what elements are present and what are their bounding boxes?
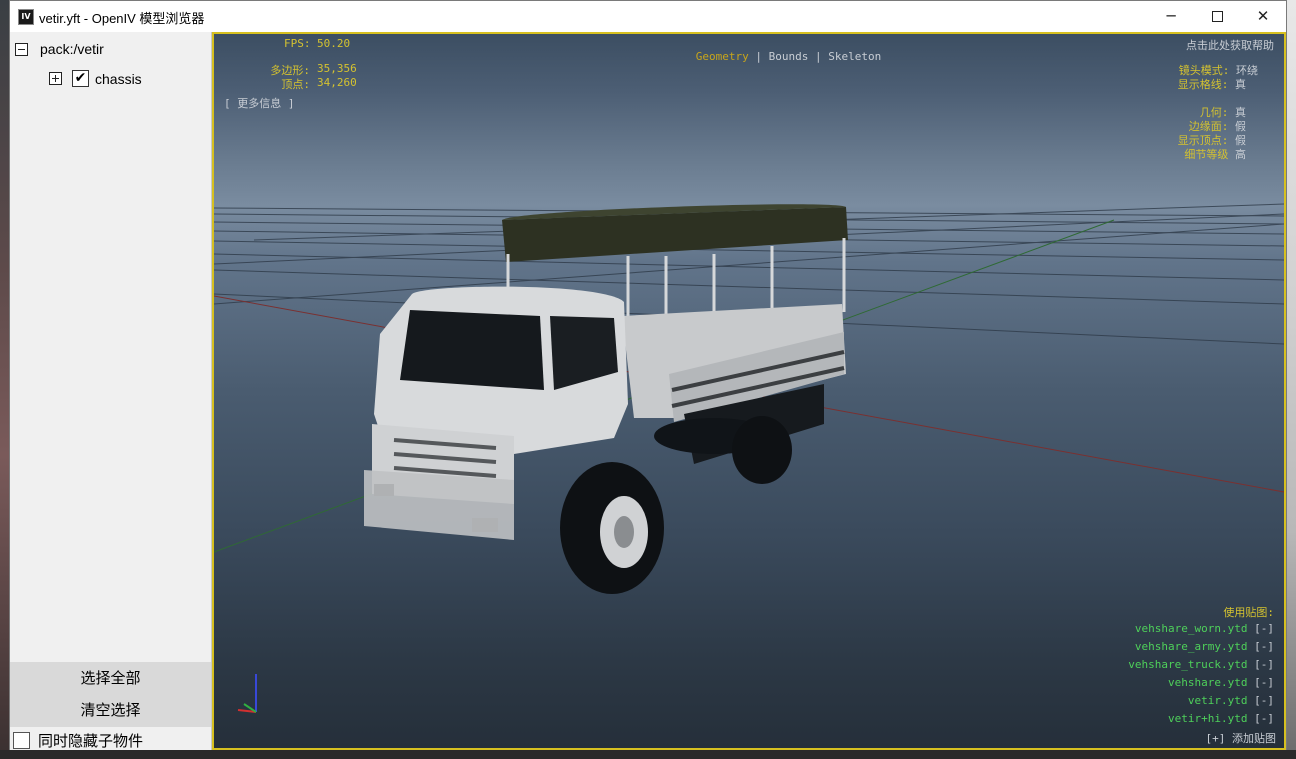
chassis-visibility-checkbox[interactable]: ✔ bbox=[72, 70, 89, 87]
vertices-value: 34,260 bbox=[317, 76, 357, 89]
texture-name: vehshare_truck.ytd bbox=[1128, 658, 1248, 671]
tree-node-chassis[interactable]: ✔ chassis bbox=[49, 70, 142, 87]
select-all-button[interactable]: 选择全部 bbox=[10, 663, 211, 695]
hide-children-checkbox[interactable] bbox=[13, 732, 30, 749]
tab-separator: | bbox=[808, 50, 829, 63]
texture-item: vehshare_truck.ytd [-] bbox=[1128, 658, 1274, 671]
view-mode-tabs: Geometry | Bounds | Skeleton bbox=[656, 37, 881, 76]
texture-name: vehshare_army.ytd bbox=[1134, 640, 1248, 653]
desktop-background-right bbox=[1287, 0, 1296, 759]
fps-value: 50.20 bbox=[317, 37, 351, 50]
texture-name: vehshare_worn.ytd bbox=[1134, 622, 1248, 635]
texture-item: vetir+hi.ytd [-] bbox=[1168, 712, 1274, 725]
textures-header: 使用贴图: bbox=[1223, 606, 1274, 619]
setting-label: 显示格线: bbox=[1177, 78, 1229, 91]
openiv-model-viewer-window: IV vetir.yft - OpenIV 模型浏览器 ─ ✕ pack:/ve… bbox=[9, 0, 1287, 750]
tree-node-pack-vetir[interactable]: pack:/vetir bbox=[15, 41, 104, 57]
setting-lod[interactable]: 细节等级 高 bbox=[1184, 146, 1246, 162]
remove-texture-button[interactable]: [-] bbox=[1254, 622, 1274, 635]
texture-name: vehshare.ytd bbox=[1168, 676, 1248, 689]
expand-toggle-icon[interactable] bbox=[49, 72, 62, 85]
truck-3d-scene bbox=[214, 203, 1284, 713]
texture-item: vetir.ytd [-] bbox=[1188, 694, 1274, 707]
setting-label: 细节等级 bbox=[1184, 148, 1229, 161]
sidebar-actions: 选择全部 清空选择 bbox=[10, 662, 211, 727]
clear-selection-button[interactable]: 清空选择 bbox=[10, 695, 211, 727]
title-bar[interactable]: IV vetir.yft - OpenIV 模型浏览器 ─ ✕ bbox=[10, 1, 1286, 32]
add-texture-button[interactable]: [+] 添加贴图 bbox=[1206, 730, 1277, 746]
minimize-button[interactable]: ─ bbox=[1148, 1, 1194, 32]
tab-separator: | bbox=[748, 50, 769, 63]
3d-viewport[interactable]: FPS: 50.20 多边形: 35,356 顶点: 34,260 [ 更多信息… bbox=[212, 32, 1286, 750]
tab-skeleton[interactable]: Skeleton bbox=[828, 50, 881, 63]
model-tree-sidebar: pack:/vetir ✔ chassis 选择全部 清空选择 同时隐藏子物件 bbox=[10, 32, 212, 750]
remove-texture-button[interactable]: [-] bbox=[1254, 712, 1274, 725]
tree-node-label: chassis bbox=[95, 70, 142, 87]
hide-children-option[interactable]: 同时隐藏子物件 bbox=[13, 730, 143, 751]
maximize-icon bbox=[1211, 11, 1223, 22]
texture-item: vehshare_worn.ytd [-] bbox=[1135, 622, 1274, 635]
remove-texture-button[interactable]: [-] bbox=[1254, 676, 1274, 689]
polygons-value: 35,356 bbox=[317, 62, 357, 75]
setting-value: 高 bbox=[1235, 148, 1246, 161]
collapse-toggle-icon[interactable] bbox=[15, 42, 28, 56]
vertices-label: 顶点: bbox=[281, 78, 310, 91]
tree-node-label: pack:/vetir bbox=[40, 41, 104, 57]
close-button[interactable]: ✕ bbox=[1240, 1, 1286, 32]
remove-texture-button[interactable]: [-] bbox=[1254, 658, 1274, 671]
texture-item: vehshare.ytd [-] bbox=[1168, 676, 1274, 689]
fps-label: FPS: bbox=[284, 37, 311, 50]
texture-item: vehshare_army.ytd [-] bbox=[1135, 640, 1274, 653]
maximize-button[interactable] bbox=[1194, 1, 1240, 32]
window-title: vetir.yft - OpenIV 模型浏览器 bbox=[39, 11, 205, 26]
setting-show-grid[interactable]: 显示格线: 真 bbox=[1178, 76, 1246, 92]
more-info-link[interactable]: [ 更多信息 ] bbox=[224, 95, 295, 111]
desktop-background-left bbox=[0, 0, 9, 759]
tab-bounds[interactable]: Bounds bbox=[769, 50, 809, 63]
texture-name: vetir.ytd bbox=[1187, 694, 1248, 707]
setting-value: 真 bbox=[1235, 78, 1246, 91]
remove-texture-button[interactable]: [-] bbox=[1254, 694, 1274, 707]
hide-children-label: 同时隐藏子物件 bbox=[38, 733, 144, 750]
texture-name: vetir+hi.ytd bbox=[1168, 712, 1248, 725]
tab-geometry[interactable]: Geometry bbox=[696, 50, 749, 63]
openiv-app-icon: IV bbox=[18, 9, 34, 25]
help-link[interactable]: 点击此处获取帮助 bbox=[1186, 37, 1274, 53]
desktop-background-bottom bbox=[0, 750, 1296, 759]
remove-texture-button[interactable]: [-] bbox=[1254, 640, 1274, 653]
